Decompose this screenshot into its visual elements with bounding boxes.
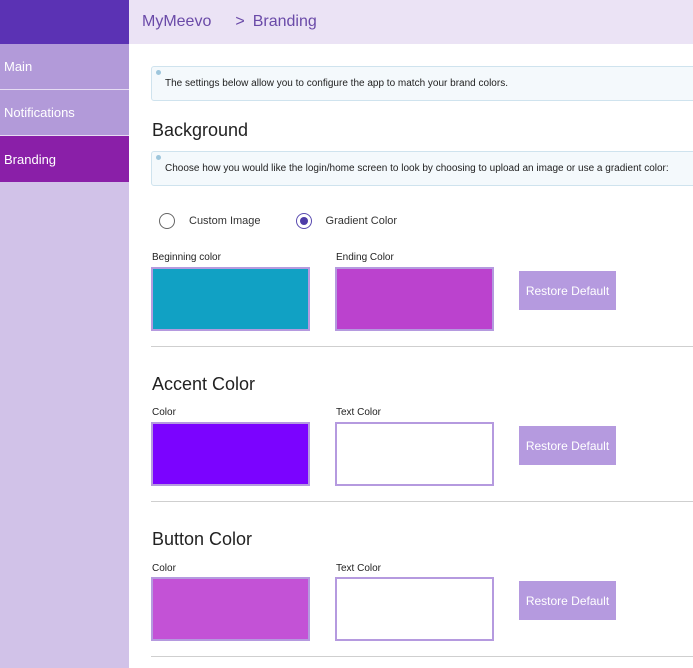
info-dot-icon xyxy=(156,155,161,160)
breadcrumb: MyMeevo > Branding xyxy=(129,0,693,44)
section-title-background: Background xyxy=(152,120,249,140)
section-title-button-color: Button Color xyxy=(152,529,253,549)
background-type-radio-group: Custom Image Gradient Color xyxy=(159,213,397,229)
background-restore-default-button[interactable]: Restore Default xyxy=(519,271,616,310)
sidebar: Main Notifications Branding xyxy=(0,0,129,668)
button-color-swatch[interactable] xyxy=(151,577,310,641)
section-divider xyxy=(151,656,693,657)
breadcrumb-app-link[interactable]: MyMeevo xyxy=(142,13,211,31)
button-restore-default-button[interactable]: Restore Default xyxy=(519,581,616,620)
sidebar-item-main[interactable]: Main xyxy=(0,44,129,90)
radio-gradient-color-label[interactable]: Gradient Color xyxy=(326,215,398,227)
ending-color-swatch[interactable] xyxy=(335,267,494,331)
accent-color-swatch[interactable] xyxy=(151,422,310,486)
button-color-label: Color xyxy=(152,563,176,574)
button-text-color-label: Text Color xyxy=(336,563,382,574)
sidebar-item-branding[interactable]: Branding xyxy=(0,136,129,182)
radio-custom-image-label[interactable]: Custom Image xyxy=(189,215,261,227)
accent-text-color-label: Text Color xyxy=(336,407,382,418)
background-info-text: Choose how you would like the login/home… xyxy=(165,163,669,174)
sidebar-item-label: Branding xyxy=(4,151,57,167)
accent-restore-default-button[interactable]: Restore Default xyxy=(519,426,616,465)
section-divider xyxy=(151,501,693,502)
beginning-color-label: Beginning color xyxy=(152,252,221,263)
sidebar-logo-area xyxy=(0,0,129,44)
sidebar-item-label: Notifications xyxy=(4,105,75,120)
info-dot-icon xyxy=(156,70,161,75)
button-text-color-swatch[interactable] xyxy=(335,577,494,641)
background-info-box: Choose how you would like the login/home… xyxy=(151,151,693,186)
main-content: The settings below allow you to configur… xyxy=(129,44,693,668)
intro-text: The settings below allow you to configur… xyxy=(165,78,508,89)
section-title-accent-color: Accent Color xyxy=(152,374,256,394)
breadcrumb-current: Branding xyxy=(252,13,317,30)
accent-color-label: Color xyxy=(152,407,176,418)
beginning-color-swatch[interactable] xyxy=(151,267,310,331)
sidebar-item-notifications[interactable]: Notifications xyxy=(0,90,129,136)
accent-text-color-swatch[interactable] xyxy=(335,422,494,486)
radio-custom-image[interactable] xyxy=(159,213,175,229)
ending-color-label: Ending Color xyxy=(336,252,394,263)
breadcrumb-separator: > xyxy=(235,13,245,30)
radio-gradient-color[interactable] xyxy=(295,213,312,229)
section-divider xyxy=(151,346,693,347)
sidebar-item-label: Main xyxy=(4,59,33,74)
intro-info-box: The settings below allow you to configur… xyxy=(151,66,693,101)
